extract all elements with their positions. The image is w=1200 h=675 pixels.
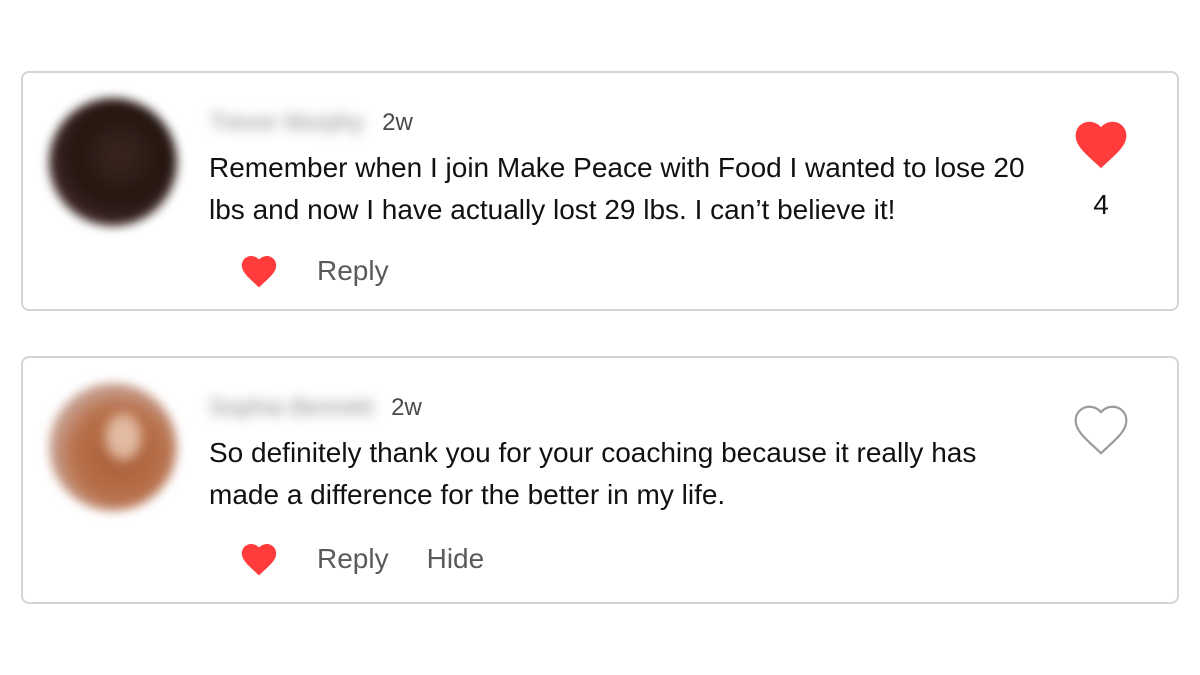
- reply-button[interactable]: Reply: [317, 255, 389, 287]
- author-name[interactable]: Sophia Bennett: [209, 394, 373, 422]
- comment-timestamp: 2w: [391, 394, 422, 421]
- comment-meta: Trevor Murphy 2w: [209, 109, 413, 137]
- avatar[interactable]: [49, 98, 177, 226]
- reply-button[interactable]: Reply: [317, 543, 389, 575]
- heart-filled-icon[interactable]: [1072, 117, 1130, 171]
- like-control: [1071, 402, 1131, 474]
- comment-timestamp: 2w: [382, 109, 413, 136]
- comment-actions: Reply: [239, 253, 427, 289]
- comment-card: Trevor Murphy 2w Remember when I join Ma…: [21, 71, 1179, 311]
- hide-button[interactable]: Hide: [427, 543, 485, 575]
- comment-card: Sophia Bennett 2w So definitely thank yo…: [21, 356, 1179, 604]
- avatar[interactable]: [49, 383, 177, 511]
- heart-filled-icon[interactable]: [239, 541, 279, 577]
- comment-meta: Sophia Bennett 2w: [209, 394, 422, 422]
- comment-actions: Reply Hide: [239, 541, 522, 577]
- heart-outline-icon[interactable]: [1072, 402, 1130, 456]
- heart-filled-icon[interactable]: [239, 253, 279, 289]
- author-name[interactable]: Trevor Murphy: [209, 109, 364, 137]
- comment-text: So definitely thank you for your coachin…: [209, 437, 977, 510]
- like-count: 4: [1093, 189, 1109, 220]
- comment-text: Remember when I join Make Peace with Foo…: [209, 152, 1025, 225]
- like-control: 4: [1071, 117, 1131, 221]
